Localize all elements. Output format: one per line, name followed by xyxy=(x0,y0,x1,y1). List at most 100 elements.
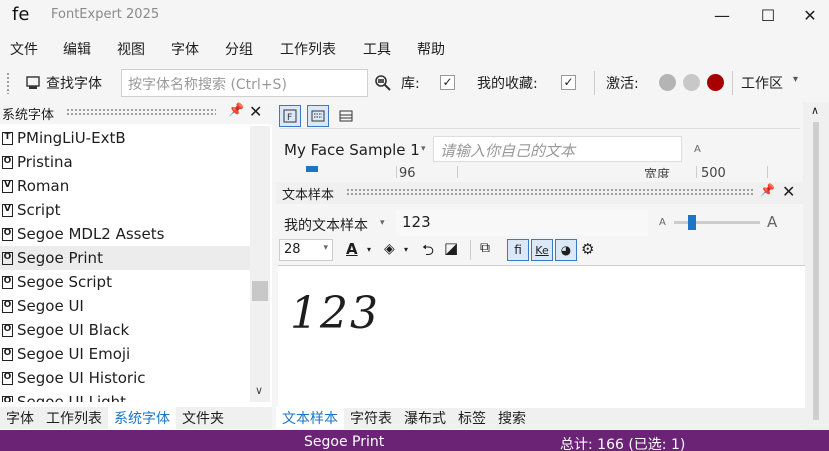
font-list-item[interactable]: O Segoe UI Light xyxy=(0,390,250,402)
font-list-item[interactable]: O Pristina xyxy=(0,150,250,174)
chevron-down-icon: ▾ xyxy=(367,245,372,254)
panel-grip xyxy=(66,108,216,116)
font-list-scrollbar[interactable]: ∨ xyxy=(250,126,270,402)
layers-icon[interactable]: ◪ xyxy=(444,239,458,257)
table-view-button[interactable] xyxy=(335,105,357,127)
ligature-button[interactable]: ﬁ xyxy=(507,239,529,261)
copy-image-icon[interactable]: ⧉ xyxy=(480,240,490,256)
vector-font-icon: V xyxy=(2,203,13,217)
scroll-up-icon[interactable]: ∧ xyxy=(811,104,819,117)
find-font-icon xyxy=(26,76,40,89)
font-search-input[interactable]: 按字体名称搜索 (Ctrl+S) xyxy=(121,69,368,97)
tab-text-sample[interactable]: 文本样本 xyxy=(276,407,344,429)
fill-color-icon[interactable]: ◈ xyxy=(384,241,395,257)
opentype-font-icon: O xyxy=(2,347,13,361)
sample-text-input[interactable]: 123 xyxy=(396,210,648,236)
sample-size-slider[interactable] xyxy=(674,215,760,230)
preview-scrollbar[interactable]: ∧ xyxy=(803,102,829,430)
font-list-item[interactable]: O Segoe Print xyxy=(0,246,250,270)
menu-file[interactable]: 文件 xyxy=(10,39,38,59)
workspace-dropdown[interactable]: 工作区 xyxy=(741,73,783,93)
menu-bar: 文件 编辑 视图 字体 分组 工作列表 工具 帮助 xyxy=(0,36,829,62)
status-total: 总计: 166 (已选: 1) xyxy=(560,437,686,451)
swap-colors-icon[interactable]: ⮌ xyxy=(422,240,434,265)
toolbar-divider xyxy=(470,240,471,260)
close-panel-icon[interactable]: ✕ xyxy=(782,182,795,201)
menu-group[interactable]: 分组 xyxy=(225,39,253,59)
favorites-checkbox[interactable]: ✓ xyxy=(561,75,576,90)
tab-labels[interactable]: 标签 xyxy=(452,407,492,429)
text-color-icon[interactable]: A xyxy=(346,240,358,258)
menu-worklist[interactable]: 工作列表 xyxy=(280,39,336,59)
custom-text-input[interactable]: 请输入你自己的文本 xyxy=(433,136,682,162)
menu-tools[interactable]: 工具 xyxy=(363,39,391,59)
font-list-item[interactable]: V Script xyxy=(0,198,250,222)
font-name: Pristina xyxy=(17,153,73,171)
tab-system-fonts[interactable]: 系统字体 xyxy=(108,407,176,429)
panel-header: 系统字体 📌 ✕ xyxy=(0,102,272,124)
size-field[interactable]: 96 xyxy=(396,166,458,178)
font-size-select[interactable]: 28 ▾ xyxy=(279,239,333,261)
library-checkbox[interactable]: ✓ xyxy=(440,75,455,90)
size-small-a: A xyxy=(694,144,701,155)
menu-edit[interactable]: 编辑 xyxy=(63,39,91,59)
toolbar-grip[interactable] xyxy=(6,72,10,94)
font-view-button[interactable]: F xyxy=(279,105,301,127)
sample-canvas: 123 xyxy=(278,265,805,408)
font-list-item[interactable]: O Segoe UI Historic xyxy=(0,366,250,390)
font-list-item[interactable]: V Roman xyxy=(0,174,250,198)
scroll-track[interactable] xyxy=(813,122,819,420)
menu-font[interactable]: 字体 xyxy=(171,39,199,59)
font-list-item[interactable]: O Segoe MDL2 Assets xyxy=(0,222,250,246)
pin-icon[interactable]: 📌 xyxy=(760,183,775,197)
chevron-down-icon: ▾ xyxy=(421,144,426,154)
font-list-item[interactable]: O Segoe UI xyxy=(0,294,250,318)
face-sample-dropdown[interactable]: My Face Sample 1 xyxy=(284,141,420,159)
text-sample-title: 文本样本 xyxy=(282,188,335,203)
activate-label: 激活: xyxy=(606,76,639,92)
text-sample-header: 文本样本 📌 ✕ xyxy=(276,182,803,204)
size-slider-thumb[interactable] xyxy=(306,166,318,172)
search-options-icon[interactable] xyxy=(374,74,392,92)
activate-status-red[interactable] xyxy=(707,74,724,91)
tab-character-map[interactable]: 字符表 xyxy=(344,407,398,429)
app-logo: fe xyxy=(12,4,30,25)
status-font-name: Segoe Print xyxy=(304,434,385,450)
font-name: Segoe MDL2 Assets xyxy=(17,225,165,243)
minimize-button[interactable]: — xyxy=(700,0,744,30)
menu-help[interactable]: 帮助 xyxy=(417,39,445,59)
font-list-item[interactable]: O Segoe Script xyxy=(0,270,250,294)
close-button[interactable]: ✕ xyxy=(788,0,829,30)
tab-folders[interactable]: 文件夹 xyxy=(176,407,230,429)
opentype-font-icon: O xyxy=(2,371,13,385)
close-panel-icon[interactable]: ✕ xyxy=(249,102,262,121)
palette-button[interactable]: ◕ xyxy=(555,239,577,261)
my-sample-dropdown[interactable]: 我的文本样本 xyxy=(284,215,368,235)
pin-icon[interactable]: 📌 xyxy=(228,103,244,118)
width-field[interactable]: 500 xyxy=(696,166,768,178)
maximize-button[interactable]: ☐ xyxy=(746,0,790,30)
activate-status-gray-2[interactable] xyxy=(683,74,700,91)
tab-fonts[interactable]: 字体 xyxy=(0,407,40,429)
menu-view[interactable]: 视图 xyxy=(117,39,145,59)
slider-thumb[interactable] xyxy=(687,215,696,230)
font-name: Segoe UI xyxy=(17,297,84,315)
scroll-thumb[interactable] xyxy=(252,281,268,301)
tab-waterfall[interactable]: 瀑布式 xyxy=(398,407,452,429)
grid-view-button[interactable] xyxy=(307,105,329,127)
find-font-button[interactable]: 查找字体 xyxy=(26,71,102,95)
activate-status-gray-1[interactable] xyxy=(659,74,676,91)
hidden-toolbar-row: 96 宽度 500 xyxy=(284,166,784,178)
app-window: fe FontExpert 2025 — ☐ ✕ 文件 编辑 视图 字体 分组 … xyxy=(0,0,829,451)
tab-worklist[interactable]: 工作列表 xyxy=(40,407,108,429)
opentype-font-icon: O xyxy=(2,155,13,169)
font-list-item[interactable]: O Segoe UI Emoji xyxy=(0,342,250,366)
font-name: Segoe Script xyxy=(17,273,112,291)
font-list-item[interactable]: T PMingLiU-ExtB xyxy=(0,126,250,150)
kerning-button[interactable]: Ke xyxy=(531,239,553,261)
scroll-down-icon[interactable]: ∨ xyxy=(255,384,263,397)
library-label: 库: xyxy=(401,76,420,92)
font-list-item[interactable]: O Segoe UI Black xyxy=(0,318,250,342)
settings-gear-icon[interactable]: ⚙ xyxy=(581,240,594,258)
tab-search[interactable]: 搜索 xyxy=(492,407,532,429)
